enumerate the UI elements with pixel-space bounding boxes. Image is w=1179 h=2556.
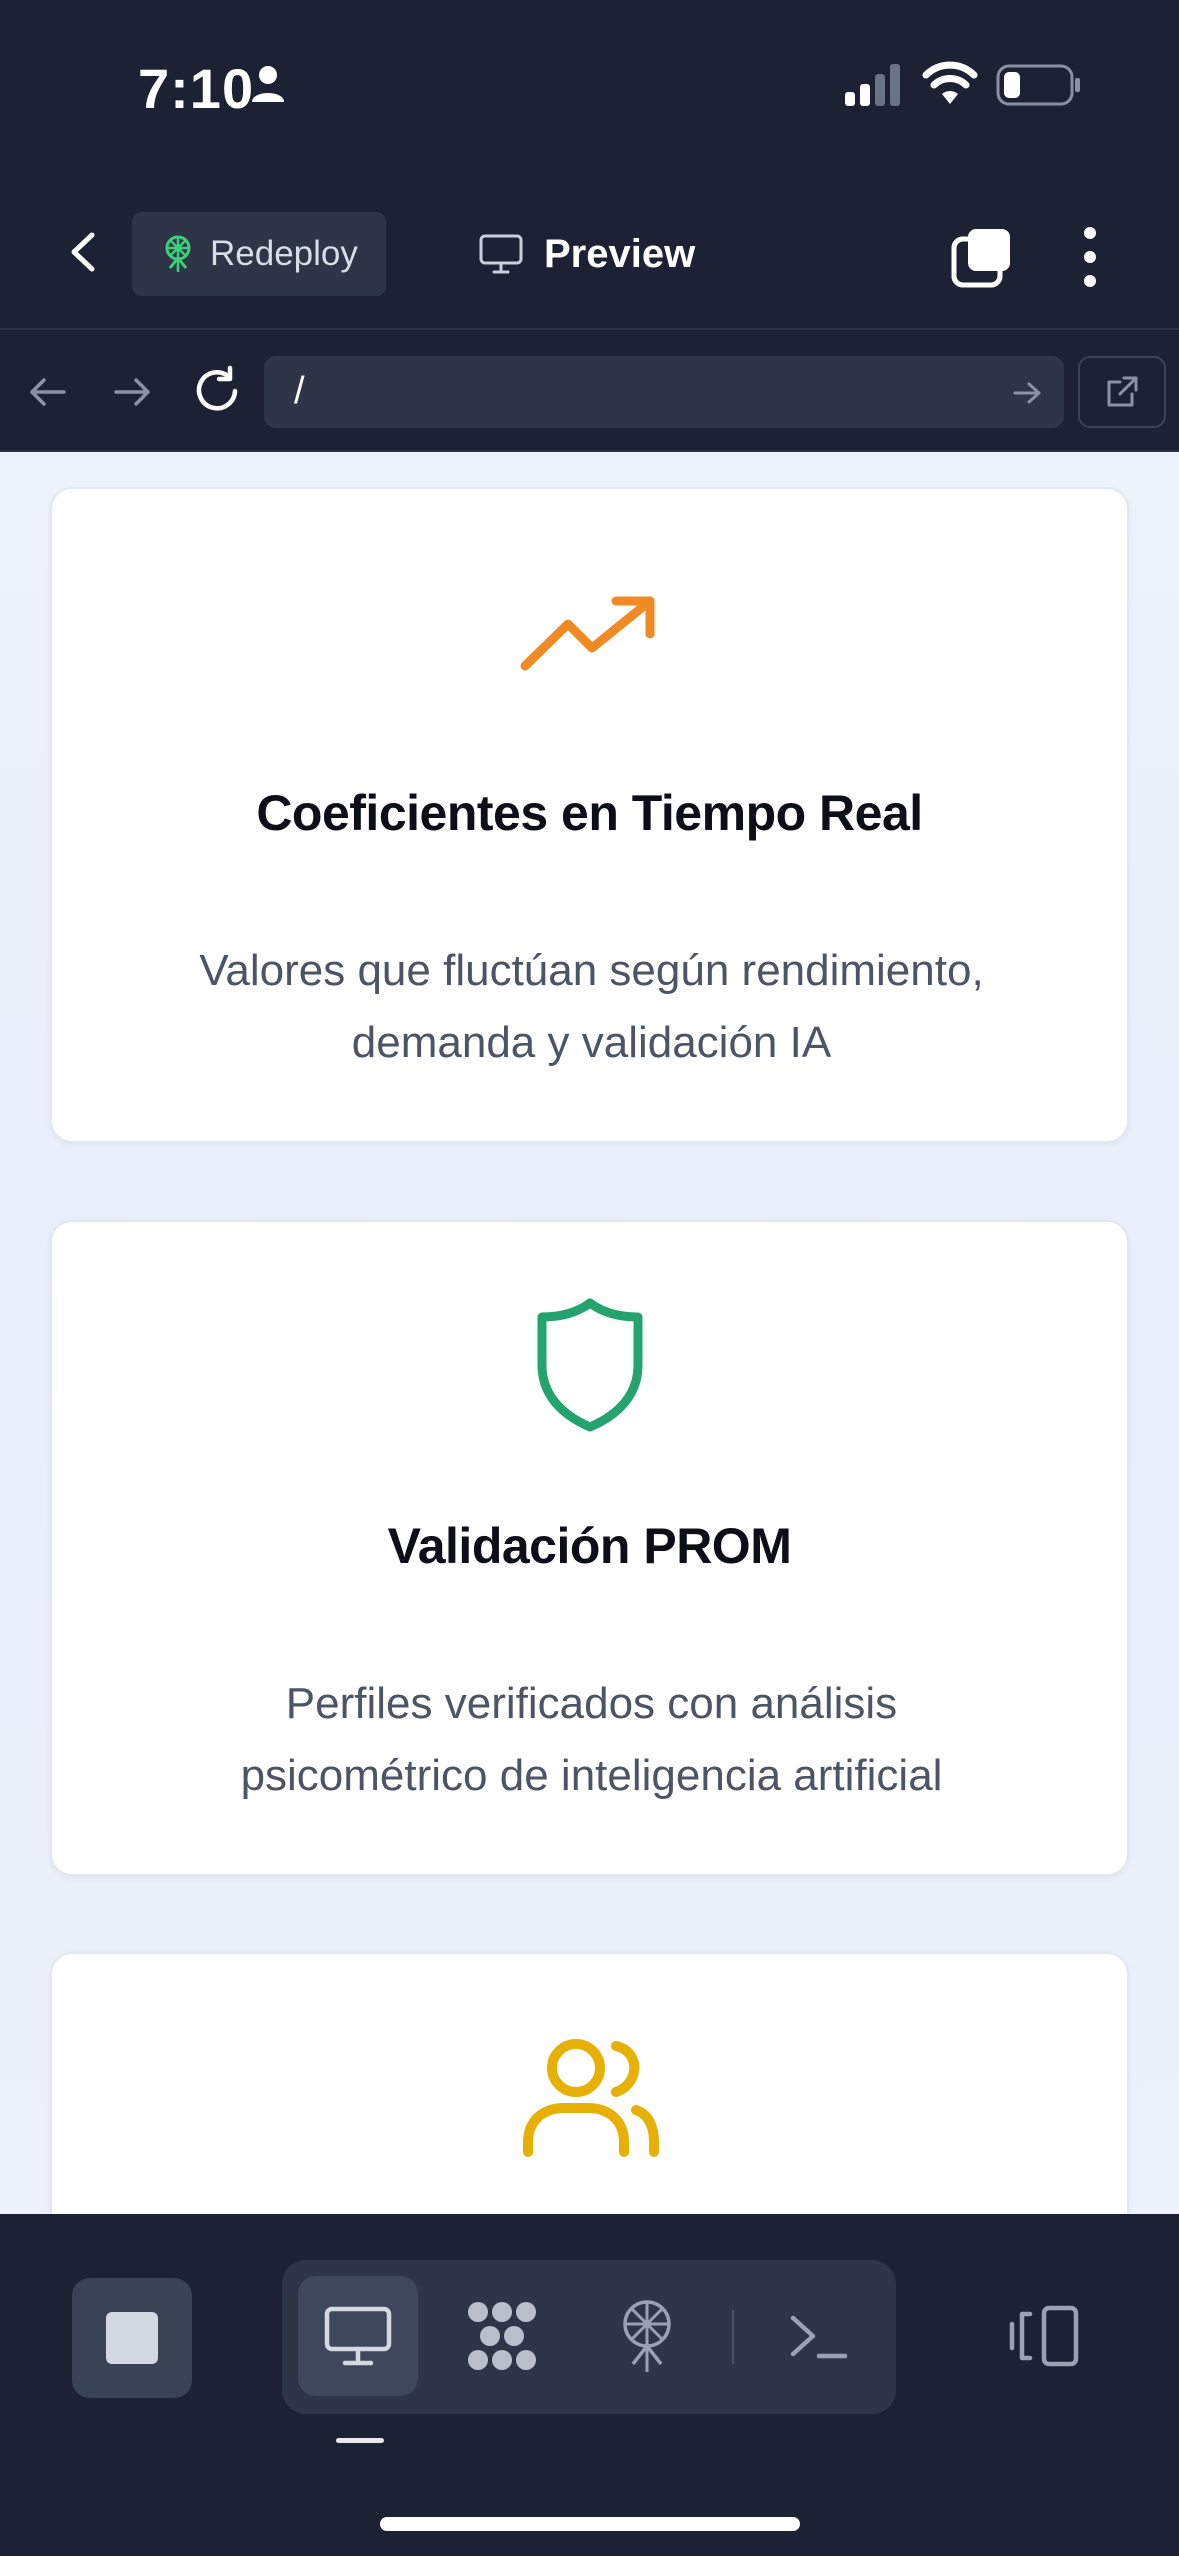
antenna-icon <box>623 2300 671 2372</box>
users-icon <box>522 2039 659 2157</box>
trending-up-icon <box>520 596 654 671</box>
url-input[interactable]: / <box>264 356 1064 428</box>
battery-icon <box>996 64 1080 106</box>
redeploy-button[interactable]: Redeploy <box>132 212 386 296</box>
preview-button[interactable]: Preview <box>478 212 695 296</box>
grid-dots-icon <box>468 2302 536 2370</box>
app-top-bar: Redeploy Preview <box>0 175 1179 330</box>
reload-icon[interactable] <box>190 364 244 418</box>
redeploy-antenna-icon <box>165 235 191 272</box>
card-title: Coeficientes en Tiempo Real <box>256 785 923 841</box>
url-text: / <box>294 370 305 412</box>
preview-label: Preview <box>544 231 696 276</box>
feature-card <box>50 1952 1129 2214</box>
card-description: Valores que fluctúan según rendimiento, … <box>142 935 1041 1079</box>
card-description-line: Valores que fluctúan según rendimiento, <box>199 946 984 995</box>
active-tool-indicator <box>336 2438 384 2443</box>
cellular-signal-icon <box>845 64 900 106</box>
wifi-icon <box>922 61 978 104</box>
back-chevron-icon[interactable] <box>60 227 110 277</box>
open-external-button[interactable] <box>1078 356 1166 428</box>
person-icon <box>252 66 284 102</box>
external-link-icon <box>1107 376 1138 407</box>
browser-nav-bar: / <box>0 332 1179 452</box>
terminal-icon <box>790 2315 848 2359</box>
tabs-icon[interactable] <box>950 225 1014 289</box>
monitor-icon <box>324 2306 392 2366</box>
tool-apps[interactable] <box>442 2276 562 2396</box>
card-description-line: psicométrico de inteligencia artificial <box>240 1751 943 1800</box>
shield-icon <box>537 1298 642 1432</box>
monitor-icon <box>479 234 523 274</box>
arrow-right-icon[interactable] <box>108 368 156 416</box>
feature-card: Validación PROM Perfiles verificados con… <box>50 1220 1129 1876</box>
tool-terminal[interactable] <box>758 2276 878 2396</box>
more-vertical-icon[interactable] <box>1070 225 1110 289</box>
card-description-line: Perfiles verificados con análisis <box>285 1679 898 1728</box>
stop-icon <box>106 2312 158 2364</box>
status-bar: 7:10 <box>0 0 1179 175</box>
url-go-arrow-icon[interactable] <box>1010 376 1044 410</box>
status-time: 7:10 <box>138 57 255 120</box>
feature-card: Coeficientes en Tiempo Real Valores que … <box>50 487 1129 1143</box>
card-description: Perfiles verificados con análisis psicom… <box>142 1668 1041 1812</box>
tool-preview[interactable] <box>298 2276 418 2396</box>
card-description-line: demanda y validación IA <box>351 1018 832 1067</box>
side-panel-icon[interactable] <box>1008 2304 1080 2368</box>
tool-group <box>282 2260 896 2414</box>
redeploy-label: Redeploy <box>210 234 358 273</box>
card-title: Validación PROM <box>387 1518 792 1574</box>
preview-content[interactable]: Coeficientes en Tiempo Real Valores que … <box>0 452 1179 2214</box>
toolbar-divider <box>732 2310 734 2364</box>
bottom-toolbar <box>0 2214 1179 2556</box>
home-indicator[interactable] <box>380 2517 800 2531</box>
stop-button[interactable] <box>72 2278 192 2398</box>
tool-deploy[interactable] <box>587 2276 707 2396</box>
arrow-left-icon[interactable] <box>24 368 72 416</box>
